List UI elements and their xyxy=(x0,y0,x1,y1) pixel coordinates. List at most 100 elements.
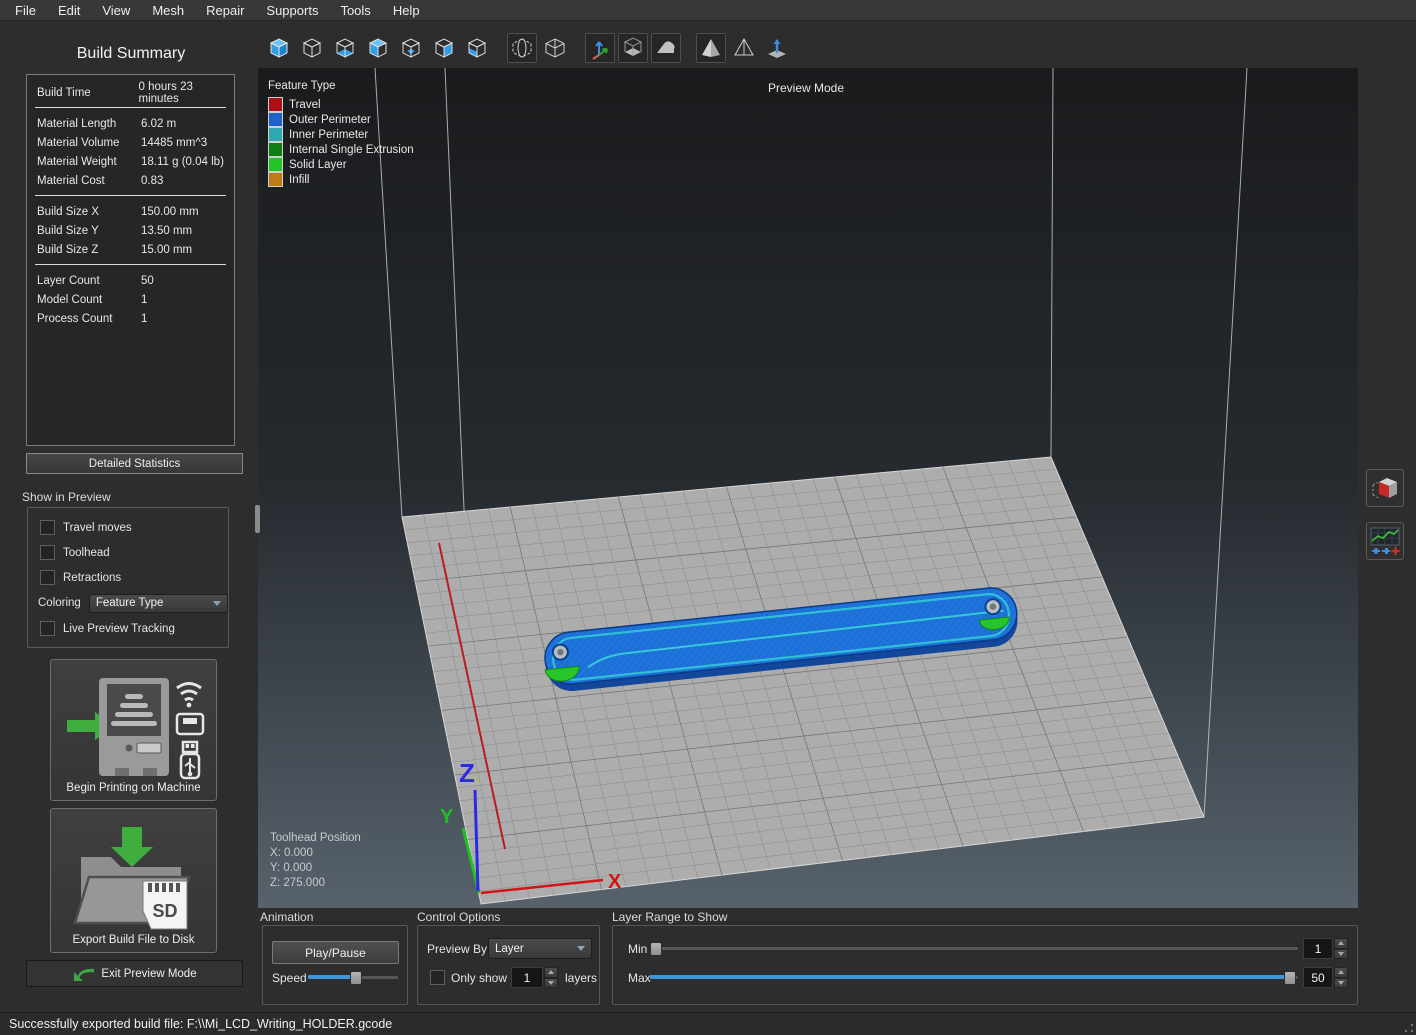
printer-connectivity-icon xyxy=(59,672,209,782)
svg-text:SD: SD xyxy=(152,901,177,921)
menu-item-mesh[interactable]: Mesh xyxy=(141,1,195,20)
mounting-hole-right xyxy=(985,598,1001,614)
solid-model-icon[interactable] xyxy=(696,33,726,63)
exit-preview-mode-button[interactable]: Exit Preview Mode xyxy=(26,960,243,987)
show-axes-icon[interactable] xyxy=(585,33,615,63)
view-cube-back-icon[interactable] xyxy=(396,33,426,63)
printer-icon xyxy=(99,678,169,776)
max-layer-slider[interactable] xyxy=(650,971,1298,985)
cross-section-tool-button[interactable] xyxy=(1366,469,1404,507)
menu-item-help[interactable]: Help xyxy=(382,1,431,20)
view-cube-wireframe-icon[interactable] xyxy=(297,33,327,63)
toolhead-z: Z: 275.000 xyxy=(270,876,361,891)
preview-3d-viewport[interactable]: X Y Z Preview Mode Feature Type TravelOu… xyxy=(258,68,1358,908)
legend-item: Inner Perimeter xyxy=(268,127,414,142)
view-cube-right-icon[interactable] xyxy=(429,33,459,63)
legend-label: Internal Single Extrusion xyxy=(289,144,414,156)
summary-row: Material Weight18.11 g (0.04 lb) xyxy=(27,152,234,171)
toolhead-checkbox[interactable] xyxy=(40,545,55,560)
speed-slider[interactable] xyxy=(308,971,398,985)
summary-row: Material Cost0.83 xyxy=(27,171,234,190)
live-preview-tracking-checkbox[interactable] xyxy=(40,621,55,636)
summary-row: Build Size Y13.50 mm xyxy=(27,221,234,240)
ethernet-icon xyxy=(177,714,203,734)
legend-label: Infill xyxy=(289,174,309,186)
window-resize-grip[interactable] xyxy=(1404,1023,1414,1033)
wifi-icon xyxy=(177,684,201,701)
stat-label: Build Time xyxy=(27,87,139,99)
menu-item-repair[interactable]: Repair xyxy=(195,1,255,20)
legend-item: Solid Layer xyxy=(268,157,414,172)
feature-type-legend: Feature Type TravelOuter PerimeterInner … xyxy=(268,80,414,187)
menu-item-view[interactable]: View xyxy=(91,1,141,20)
checkbox-label: Toolhead xyxy=(63,547,110,559)
spin-up-button[interactable] xyxy=(1334,967,1348,978)
min-slider-track[interactable] xyxy=(650,947,1298,950)
variable-settings-button[interactable] xyxy=(1366,522,1404,560)
summary-row: Build Time0 hours 23 minutes xyxy=(27,83,234,102)
wireframe-model-icon[interactable] xyxy=(729,33,759,63)
begin-printing-button[interactable]: Begin Printing on Machine xyxy=(50,659,217,801)
summary-row: Build Size Z15.00 mm xyxy=(27,240,234,259)
only-show-checkbox[interactable] xyxy=(430,970,445,985)
toolhead-x: X: 0.000 xyxy=(270,846,361,861)
stat-value: 50 xyxy=(141,275,154,287)
menu-item-supports[interactable]: Supports xyxy=(255,1,329,20)
export-build-file-button[interactable]: SD Export Build File to Disk xyxy=(50,808,217,953)
max-layer-spinbox[interactable]: 50 xyxy=(1303,967,1348,988)
layer-range-group-label: Layer Range to Show xyxy=(612,910,727,924)
toolhead-position-title: Toolhead Position xyxy=(270,831,361,846)
panel-splitter-grip[interactable] xyxy=(255,505,260,533)
layer-range-group xyxy=(612,925,1358,1005)
stat-label: Build Size X xyxy=(27,206,141,218)
spin-up-button[interactable] xyxy=(544,967,558,978)
speed-slider-handle[interactable] xyxy=(350,971,362,985)
cross-section-icon[interactable] xyxy=(507,33,537,63)
live-preview-tracking-row: Live Preview Tracking xyxy=(28,616,228,641)
menu-item-edit[interactable]: Edit xyxy=(47,1,91,20)
show-build-table-icon[interactable] xyxy=(618,33,648,63)
menu-item-file[interactable]: File xyxy=(4,1,47,20)
coloring-dropdown[interactable]: Feature Type xyxy=(89,594,228,613)
retractions-checkbox[interactable] xyxy=(40,570,55,585)
max-spin-value[interactable]: 50 xyxy=(1303,967,1333,988)
legend-item: Infill xyxy=(268,172,414,187)
stat-value: 150.00 mm xyxy=(141,206,199,218)
max-slider-handle[interactable] xyxy=(1284,971,1296,985)
legend-items: TravelOuter PerimeterInner PerimeterInte… xyxy=(268,97,414,187)
min-layer-slider[interactable] xyxy=(650,942,1298,956)
view-cube-left-icon[interactable] xyxy=(462,33,492,63)
legend-item: Internal Single Extrusion xyxy=(268,142,414,157)
travel-moves-checkbox[interactable] xyxy=(40,520,55,535)
preview-by-dropdown[interactable]: Layer xyxy=(488,938,592,959)
legend-label: Solid Layer xyxy=(289,159,347,171)
arrow-back-icon xyxy=(72,965,96,983)
checkbox-label: Retractions xyxy=(63,572,121,584)
toolhead-y: Y: 0.000 xyxy=(270,861,361,876)
min-spin-value[interactable]: 1 xyxy=(1303,938,1333,959)
legend-swatch xyxy=(268,172,283,187)
min-slider-handle[interactable] xyxy=(650,942,662,956)
spin-down-button[interactable] xyxy=(1334,978,1348,989)
view-cube-solid-icon[interactable] xyxy=(264,33,294,63)
min-layer-spinbox[interactable]: 1 xyxy=(1303,938,1348,959)
layers-spinbox[interactable]: 1 xyxy=(511,967,558,988)
stat-label: Build Size Z xyxy=(27,244,141,256)
detailed-statistics-button[interactable]: Detailed Statistics xyxy=(26,453,243,474)
stat-value: 14485 mm^3 xyxy=(141,137,207,149)
spin-down-button[interactable] xyxy=(544,978,558,989)
layers-spin-value[interactable]: 1 xyxy=(511,967,543,988)
view-cube-bottom-icon[interactable] xyxy=(330,33,360,63)
view-cube-front-icon[interactable] xyxy=(363,33,393,63)
play-pause-button[interactable]: Play/Pause xyxy=(272,941,399,964)
spin-down-button[interactable] xyxy=(1334,949,1348,960)
surface-normals-icon[interactable] xyxy=(762,33,792,63)
wireframe-view-icon[interactable] xyxy=(540,33,570,63)
show-travel-plane-icon[interactable] xyxy=(651,33,681,63)
menu-item-tools[interactable]: Tools xyxy=(329,1,381,20)
toolhead-position-readout: Toolhead Position X: 0.000 Y: 0.000 Z: 2… xyxy=(270,831,361,891)
stat-value: 1 xyxy=(141,294,147,306)
spin-up-button[interactable] xyxy=(1334,938,1348,949)
stat-value: 0 hours 23 minutes xyxy=(139,81,234,105)
stat-label: Model Count xyxy=(27,294,141,306)
